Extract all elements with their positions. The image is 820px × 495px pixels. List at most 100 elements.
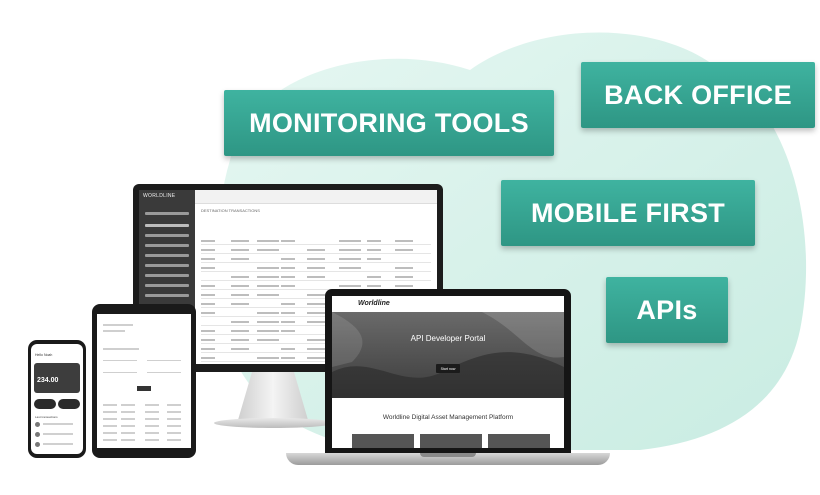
sidebar-item[interactable] xyxy=(145,274,189,277)
monitoring-tools-label: MONITORING TOOLS xyxy=(224,90,554,156)
transaction-avatar xyxy=(35,432,40,437)
table-cell xyxy=(281,267,295,269)
table-cell xyxy=(201,249,215,251)
back-office-text: BACK OFFICE xyxy=(604,79,792,110)
tablet-field[interactable] xyxy=(147,360,181,361)
table-cell xyxy=(103,404,117,406)
sidebar-item[interactable] xyxy=(145,234,189,237)
transaction-row[interactable] xyxy=(43,443,73,445)
table-cell xyxy=(257,339,279,341)
table-cell xyxy=(103,418,117,420)
table-cell xyxy=(167,432,181,434)
table-cell xyxy=(257,276,279,278)
sidebar-item[interactable] xyxy=(145,264,189,267)
phone-section-title: Last transactions xyxy=(35,415,58,419)
table-cell xyxy=(339,285,361,287)
table-cell xyxy=(307,321,325,323)
tablet-field[interactable] xyxy=(147,372,181,373)
table-cell xyxy=(167,439,181,441)
tablet-text xyxy=(103,324,133,326)
table-cell xyxy=(257,267,279,269)
table-row[interactable] xyxy=(201,271,431,272)
phone-greeting: Hello Noah xyxy=(35,353,53,357)
phone: Hello Noah 234.00 Last transactions xyxy=(28,340,86,458)
mobile-first-text: MOBILE FIRST xyxy=(530,197,726,228)
table-cell xyxy=(145,404,159,406)
table-cell xyxy=(231,294,249,296)
tablet-text xyxy=(103,330,125,332)
phone-screen: Hello Noah 234.00 Last transactions xyxy=(31,344,83,454)
table-row[interactable] xyxy=(201,244,431,245)
table-cell xyxy=(257,312,279,314)
transaction-avatar xyxy=(35,442,40,447)
table-cell xyxy=(121,425,135,427)
table-cell xyxy=(307,294,325,296)
tablet-button[interactable] xyxy=(137,386,151,391)
table-cell xyxy=(201,357,215,359)
table-cell xyxy=(257,249,279,251)
phone-action-button[interactable] xyxy=(58,399,80,409)
transaction-avatar xyxy=(35,422,40,427)
table-cell xyxy=(257,321,279,323)
table-cell xyxy=(201,267,215,269)
table-cell xyxy=(145,439,159,441)
table-cell xyxy=(339,240,361,242)
table-row[interactable] xyxy=(201,280,431,281)
transaction-row[interactable] xyxy=(43,433,73,435)
table-cell xyxy=(145,418,159,420)
table-cell xyxy=(339,258,361,260)
table-cell xyxy=(307,348,325,350)
table-cell xyxy=(307,276,325,278)
laptop-hero: API Developer Portal Start now xyxy=(332,312,564,398)
table-cell xyxy=(281,276,295,278)
table-cell xyxy=(145,411,159,413)
table-cell xyxy=(121,404,135,406)
table-cell xyxy=(167,404,181,406)
table-cell xyxy=(281,285,295,287)
table-cell xyxy=(281,357,295,359)
table-cell xyxy=(201,294,215,296)
table-cell xyxy=(121,439,135,441)
table-cell xyxy=(367,276,381,278)
table-cell xyxy=(231,258,249,260)
table-cell xyxy=(145,425,159,427)
laptop-notch xyxy=(420,453,476,457)
table-row[interactable] xyxy=(201,253,431,254)
table-cell xyxy=(121,432,135,434)
table-cell xyxy=(339,249,361,251)
table-cell xyxy=(231,285,249,287)
transaction-row[interactable] xyxy=(43,423,73,425)
sidebar-item[interactable] xyxy=(145,254,189,257)
table-cell xyxy=(281,348,295,350)
table-cell xyxy=(395,285,413,287)
table-cell xyxy=(339,267,361,269)
tablet-field[interactable] xyxy=(103,372,137,373)
table-cell xyxy=(281,240,295,242)
balance-amount: 234.00 xyxy=(37,377,59,384)
table-cell xyxy=(201,258,215,260)
table-cell xyxy=(395,240,413,242)
sidebar-item[interactable] xyxy=(145,284,189,287)
sidebar-item[interactable] xyxy=(145,294,189,297)
sidebar-item[interactable] xyxy=(145,212,189,215)
sidebar-item[interactable] xyxy=(145,224,189,227)
table-cell xyxy=(103,432,117,434)
apis-text: APIs xyxy=(636,294,698,325)
table-cell xyxy=(367,240,381,242)
table-cell xyxy=(257,240,279,242)
table-cell xyxy=(231,240,249,242)
table-cell xyxy=(257,294,279,296)
start-now-button[interactable]: Start now xyxy=(436,364,460,373)
table-cell xyxy=(395,267,413,269)
table-cell xyxy=(231,321,249,323)
phone-action-button[interactable] xyxy=(34,399,56,409)
tablet-field[interactable] xyxy=(103,360,137,361)
table-cell xyxy=(201,312,215,314)
table-cell xyxy=(167,418,181,420)
table-cell xyxy=(257,330,279,332)
table-cell xyxy=(307,258,325,260)
table-row[interactable] xyxy=(201,262,431,263)
sidebar-item[interactable] xyxy=(145,244,189,247)
table-cell xyxy=(201,348,215,350)
table-cell xyxy=(103,425,117,427)
